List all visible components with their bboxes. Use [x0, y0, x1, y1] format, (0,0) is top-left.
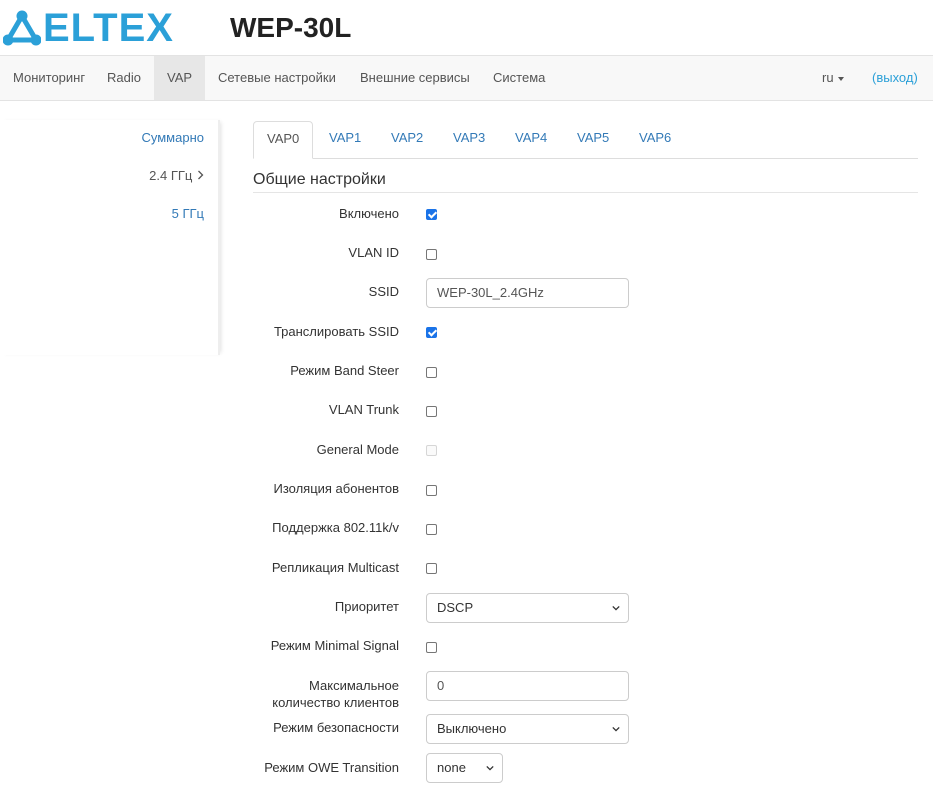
- band-steer-checkbox[interactable]: [426, 367, 437, 378]
- tab-vap5[interactable]: VAP5: [564, 121, 622, 159]
- priority-select[interactable]: DSCP: [426, 593, 629, 623]
- max-clients-label: Максимальное количество клиентов: [272, 677, 399, 711]
- chevron-right-icon: [198, 170, 204, 180]
- ssid-label: SSID: [368, 284, 399, 299]
- nav-item-system[interactable]: Система: [480, 56, 558, 100]
- nav-item-radio[interactable]: Radio: [94, 56, 154, 100]
- security-mode-select[interactable]: Выключено: [426, 714, 629, 744]
- top-navbar: Мониторинг Radio VAP Сетевые настройки В…: [0, 55, 933, 101]
- brand-name: ELTEX: [43, 6, 174, 50]
- vap-tabs: VAP0 VAP1 VAP2 VAP3 VAP4 VAP5 VAP6: [253, 121, 918, 159]
- nav-item-external-services[interactable]: Внешние сервисы: [347, 56, 483, 100]
- max-clients-input[interactable]: 0: [426, 671, 629, 701]
- tab-vap1[interactable]: VAP1: [316, 121, 374, 159]
- priority-select-value: DSCP: [437, 600, 474, 615]
- caret-down-icon: [837, 76, 844, 81]
- client-isolation-checkbox[interactable]: [426, 485, 437, 496]
- multicast-replication-label: Репликация Multicast: [271, 560, 399, 575]
- general-mode-label: General Mode: [316, 442, 399, 457]
- header: ELTEX WEP-30L: [0, 0, 933, 56]
- nav-item-network-settings[interactable]: Сетевые настройки: [205, 56, 349, 100]
- device-title: WEP-30L: [230, 12, 352, 43]
- max-clients-label-line1: Максимальное: [309, 678, 399, 693]
- ssid-input[interactable]: WEP-30L_2.4GHz: [426, 278, 629, 308]
- priority-label: Приоритет: [334, 599, 399, 614]
- logout-link[interactable]: (выход): [872, 56, 918, 100]
- nav-item-monitoring[interactable]: Мониторинг: [0, 56, 98, 100]
- owe-transition-select-value: none: [437, 760, 466, 775]
- eltex-logo-icon: [3, 10, 41, 46]
- client-isolation-label: Изоляция абонентов: [273, 481, 399, 496]
- tab-vap6[interactable]: VAP6: [626, 121, 684, 159]
- max-clients-label-line2: количество клиентов: [272, 695, 399, 710]
- vlan-trunk-checkbox[interactable]: [426, 406, 437, 417]
- language-label: ru: [822, 70, 834, 85]
- multicast-replication-checkbox[interactable]: [426, 563, 437, 574]
- security-mode-select-value: Выключено: [437, 721, 507, 736]
- band-steer-label: Режим Band Steer: [290, 363, 399, 378]
- sidebar-item-5ghz[interactable]: 5 ГГц: [172, 205, 204, 223]
- language-dropdown[interactable]: ru: [822, 56, 844, 100]
- support-80211kv-checkbox[interactable]: [426, 524, 437, 535]
- nav-item-vap[interactable]: VAP: [154, 56, 205, 100]
- sidebar-item-label: 2.4 ГГц: [149, 168, 193, 183]
- minimal-signal-label: Режим Minimal Signal: [270, 638, 399, 653]
- security-mode-label: Режим безопасности: [273, 720, 399, 735]
- enabled-checkbox[interactable]: [426, 209, 437, 220]
- broadcast-ssid-checkbox[interactable]: [426, 327, 437, 338]
- support-80211kv-label: Поддержка 802.11k/v: [272, 520, 399, 535]
- section-title-general-settings: Общие настройки: [253, 170, 918, 193]
- chevron-down-icon: [612, 605, 620, 611]
- tab-vap2[interactable]: VAP2: [378, 121, 436, 159]
- sidebar-item-summary[interactable]: Суммарно: [142, 129, 205, 147]
- tab-vap4[interactable]: VAP4: [502, 121, 560, 159]
- enabled-label: Включено: [339, 206, 399, 221]
- general-mode-checkbox[interactable]: [426, 445, 437, 456]
- vlan-id-label: VLAN ID: [348, 245, 399, 260]
- tab-vap3[interactable]: VAP3: [440, 121, 498, 159]
- owe-transition-label: Режим OWE Transition: [264, 760, 399, 775]
- chevron-down-icon: [486, 765, 494, 771]
- vlan-id-checkbox[interactable]: [426, 249, 437, 260]
- sidebar: Суммарно 2.4 ГГц 5 ГГц: [0, 120, 220, 355]
- broadcast-ssid-label: Транслировать SSID: [273, 324, 399, 339]
- tab-vap0[interactable]: VAP0: [253, 121, 314, 159]
- vlan-trunk-label: VLAN Trunk: [328, 402, 399, 417]
- chevron-down-icon: [612, 726, 620, 732]
- owe-transition-select[interactable]: none: [426, 753, 503, 783]
- minimal-signal-checkbox[interactable]: [426, 642, 437, 653]
- eltex-logo[interactable]: ELTEX: [3, 8, 174, 48]
- sidebar-item-2-4ghz[interactable]: 2.4 ГГц: [149, 167, 204, 185]
